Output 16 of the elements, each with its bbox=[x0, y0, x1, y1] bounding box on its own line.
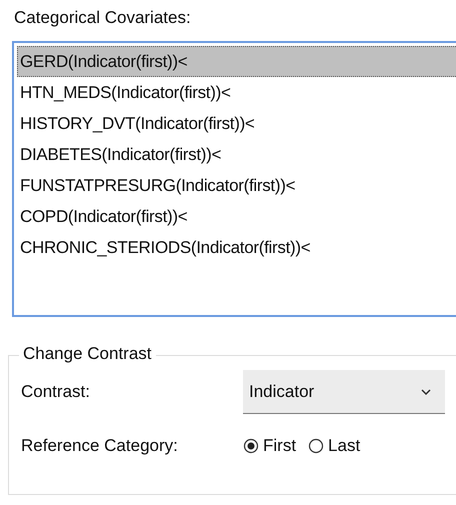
list-item[interactable]: COPD(Indicator(first))< bbox=[17, 201, 456, 232]
radio-option[interactable]: First bbox=[243, 436, 296, 456]
contrast-label: Contrast: bbox=[21, 382, 91, 402]
list-item[interactable]: DIABETES(Indicator(first))< bbox=[17, 139, 456, 170]
reference-label: Reference Category: bbox=[21, 436, 179, 456]
list-label: Categorical Covariates: bbox=[14, 8, 192, 29]
list-item[interactable]: HTN_MEDS(Indicator(first))< bbox=[17, 77, 456, 108]
group-title: Change Contrast bbox=[19, 344, 156, 364]
contrast-dropdown[interactable]: Indicator bbox=[243, 370, 445, 414]
covariates-list[interactable] bbox=[12, 41, 456, 317]
list-item[interactable]: HISTORY_DVT(Indicator(first))< bbox=[17, 108, 456, 139]
list-item[interactable]: FUNSTATPRESURG(Indicator(first))< bbox=[17, 170, 456, 201]
radio-option[interactable]: Last bbox=[308, 436, 360, 456]
list-item[interactable]: CHRONIC_STERIODS(Indicator(first))< bbox=[17, 232, 456, 263]
list-item[interactable]: GERD(Indicator(first))< bbox=[17, 46, 456, 77]
chevron-icon bbox=[421, 388, 431, 394]
